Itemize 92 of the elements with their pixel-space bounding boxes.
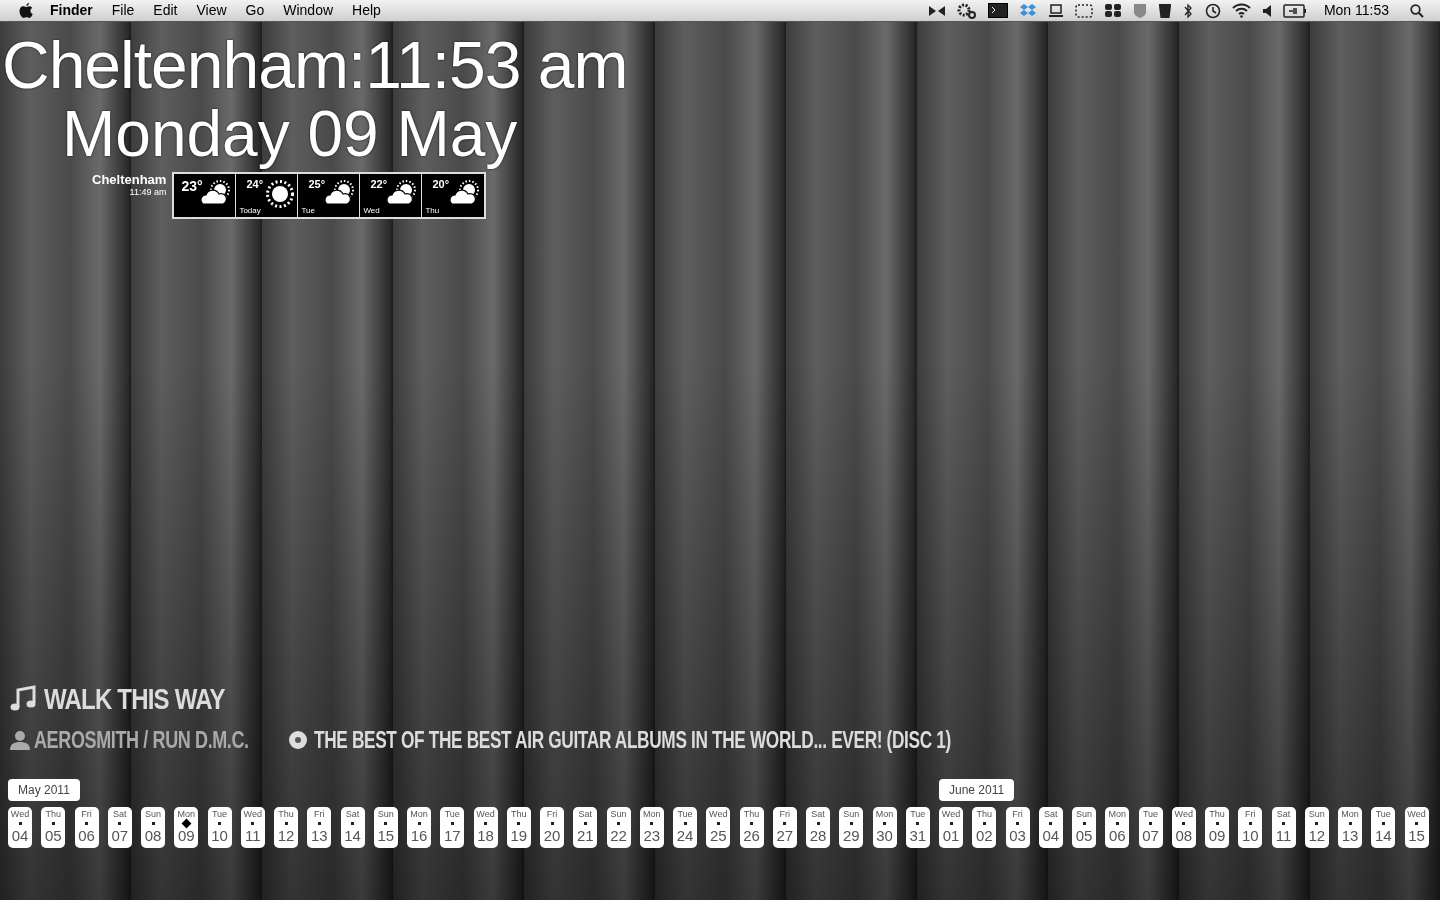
calendar-day[interactable]: Tue 10: [207, 807, 232, 848]
forecast-temperature: 20°: [432, 177, 450, 192]
month-label: May 2011: [8, 779, 80, 801]
sun-icon: [266, 180, 295, 208]
battery-icon[interactable]: [1282, 3, 1307, 18]
calendar-day[interactable]: Sat 14: [340, 807, 365, 848]
weather-updated-time: 11:49 am: [129, 187, 167, 197]
calendar-day[interactable]: Thu 05: [41, 807, 66, 848]
clock-icon[interactable]: [1203, 2, 1221, 19]
clock-date: Monday 09 May: [62, 100, 518, 168]
artist-name: AEROSMITH / RUN D.M.C.: [34, 725, 249, 755]
forecast-temperature: 23°: [181, 177, 203, 196]
calendar-day[interactable]: Thu 19: [506, 807, 531, 848]
calendar-day[interactable]: Mon 06: [1105, 807, 1130, 848]
calendar-day[interactable]: Wed 08: [1171, 807, 1196, 848]
calendar-day[interactable]: Thu 09: [1205, 807, 1229, 848]
bowtie-icon[interactable]: [927, 3, 946, 18]
forecast-day: Thu: [425, 205, 440, 217]
weather-location: Cheltenham: [92, 172, 167, 187]
music-note-icon: [10, 685, 36, 713]
month-label: June 2011: [939, 779, 1015, 801]
terminal-icon[interactable]: [987, 3, 1008, 18]
calendar-day[interactable]: Wed 04: [8, 807, 32, 848]
cup-icon[interactable]: [1157, 2, 1172, 19]
menu-item[interactable]: Window: [283, 0, 334, 21]
calendar-day[interactable]: Thu 12: [274, 807, 298, 848]
calendar-day[interactable]: Fri 06: [74, 807, 99, 848]
calendar-day[interactable]: Tue 17: [440, 807, 465, 848]
forecast-day: Tue: [301, 205, 315, 217]
sun-behind-cloud-icon: [449, 180, 482, 206]
song-title: WALK THIS WAY: [44, 682, 225, 716]
shield-icon[interactable]: [1132, 2, 1147, 19]
menu-item[interactable]: File: [111, 0, 135, 21]
forecast-temperature: 22°: [370, 177, 388, 192]
calendar-day[interactable]: Wed 11: [240, 807, 265, 848]
calendar-day[interactable]: Sun 15: [373, 807, 398, 848]
menu-bar-clock[interactable]: Mon 11:53: [1323, 0, 1389, 21]
calendar-day[interactable]: Fri 10: [1238, 807, 1263, 848]
calendar-day[interactable]: Wed 15: [1404, 807, 1429, 848]
calendar-day[interactable]: Sat 07: [107, 807, 132, 848]
menu-item[interactable]: Edit: [153, 0, 178, 21]
clock-time: Cheltenham:11:53 am: [2, 30, 628, 100]
search-icon[interactable]: [1410, 3, 1424, 18]
person-icon: [10, 730, 30, 750]
calendar-day[interactable]: Mon 13: [1338, 807, 1362, 848]
sun-behind-cloud-icon: [386, 180, 419, 206]
calendar-day[interactable]: Thu 26: [739, 807, 764, 848]
calendar-day[interactable]: Mon 23: [639, 807, 664, 848]
calendar-day[interactable]: Tue 14: [1371, 807, 1396, 848]
speaker-icon[interactable]: [1261, 3, 1272, 18]
calendar-day[interactable]: Sat 04: [1038, 807, 1063, 848]
calendar-day[interactable]: Tue 24: [673, 807, 697, 848]
forecast-day: Today: [239, 205, 261, 217]
app-menu[interactable]: Finder: [50, 0, 93, 21]
wifi-icon[interactable]: [1231, 3, 1251, 18]
sun-behind-cloud-icon: [200, 180, 233, 206]
dashed-rectangle-icon[interactable]: [1074, 3, 1093, 18]
menu-item[interactable]: Go: [245, 0, 265, 21]
calendar-day[interactable]: Fri 27: [772, 807, 797, 848]
calendar-day[interactable]: Thu 02: [972, 807, 997, 848]
calendar-day[interactable]: Sun 29: [839, 807, 864, 848]
calendar-day[interactable]: Wed 25: [706, 807, 731, 848]
calendar-day[interactable]: Mon 30: [872, 807, 897, 848]
forecast-temperature: 25°: [308, 177, 326, 192]
calendar-day[interactable]: Sat 28: [806, 807, 830, 848]
forecast-day: Wed: [363, 205, 380, 217]
calendar-day[interactable]: Tue 07: [1138, 807, 1163, 848]
calendar-day[interactable]: Fri 13: [307, 807, 332, 848]
bluetooth-icon[interactable]: [1182, 2, 1193, 19]
calendar-day[interactable]: Wed 01: [939, 807, 963, 848]
calendar-day[interactable]: Sat 11: [1271, 807, 1296, 848]
calendar-day[interactable]: Sun 22: [606, 807, 631, 848]
calendar-day[interactable]: Wed 18: [473, 807, 498, 848]
calendar-day[interactable]: Sat 21: [573, 807, 598, 848]
laptop-icon[interactable]: [1047, 3, 1064, 18]
calendar-day[interactable]: Sun 12: [1304, 807, 1329, 848]
disc-icon: [288, 730, 309, 750]
calendar-day[interactable]: Mon 16: [407, 807, 431, 848]
calendar-day[interactable]: Sun 05: [1072, 807, 1096, 848]
forecast-temperature: 24°: [246, 177, 264, 192]
sun-behind-cloud-icon: [324, 180, 357, 206]
calendar-day[interactable]: Fri 03: [1005, 807, 1030, 848]
calendar-day[interactable]: Tue 31: [905, 807, 930, 848]
calendar-day[interactable]: Sun 08: [141, 807, 165, 848]
calendar-day[interactable]: Mon 09: [174, 807, 199, 848]
gears-icon[interactable]: [956, 2, 977, 19]
apple-logo-icon[interactable]: [18, 2, 34, 19]
grid-icon[interactable]: [1103, 3, 1122, 18]
menu-item[interactable]: View: [196, 0, 227, 21]
menu-item[interactable]: Help: [352, 0, 381, 21]
calendar-day[interactable]: Fri 20: [540, 807, 564, 848]
album-name: THE BEST OF THE BEST AIR GUITAR ALBUMS IN THE WORLD... EVER! (DISC 1): [314, 725, 952, 755]
